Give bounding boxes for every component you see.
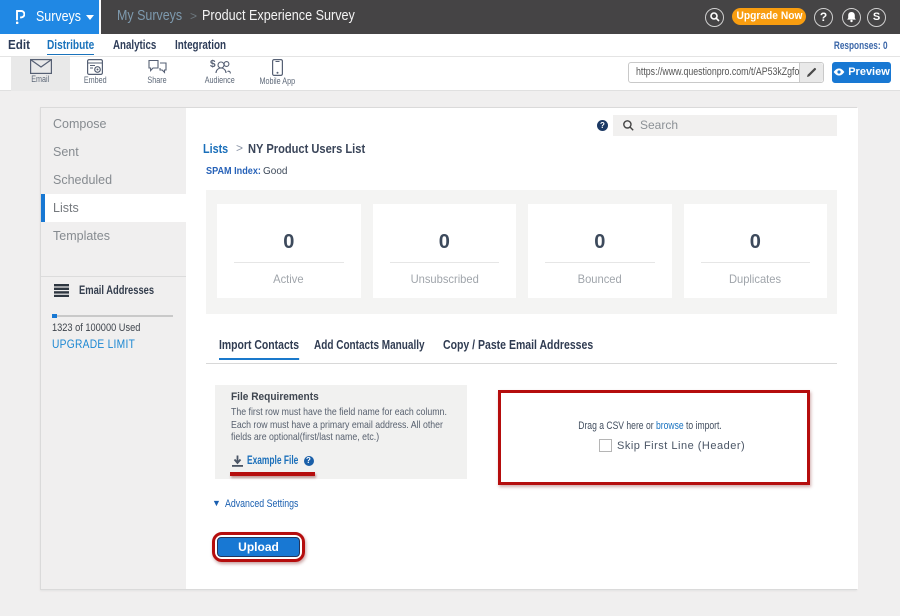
svg-text:$: $ (210, 59, 216, 70)
